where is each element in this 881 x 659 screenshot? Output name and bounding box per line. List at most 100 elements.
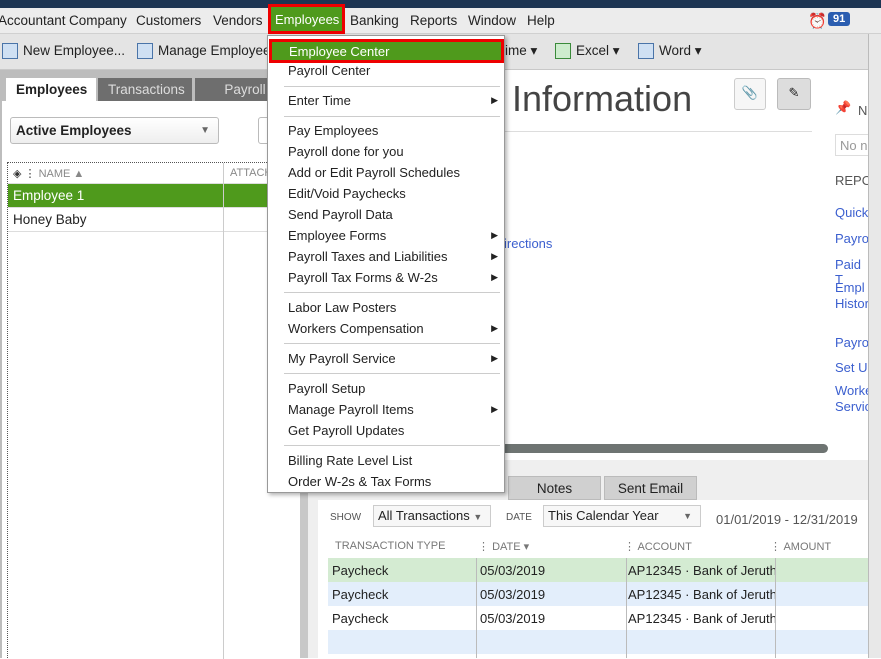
menu-item-payroll-center[interactable]: Payroll Center bbox=[288, 63, 498, 78]
submenu-arrow-icon: ▶ bbox=[491, 251, 498, 261]
column-date-label: DATE bbox=[492, 541, 521, 553]
menu-item-order-w2s[interactable]: Order W-2s & Tax Forms bbox=[288, 474, 498, 489]
date-label: DATE bbox=[506, 512, 532, 523]
column-date[interactable]: ⋮ DATE ▾ bbox=[478, 540, 529, 553]
chevron-down-icon: ▼ bbox=[683, 511, 692, 521]
menu-item-enter-time[interactable]: Enter Time ▶ bbox=[288, 93, 498, 108]
new-employee-icon bbox=[2, 43, 18, 60]
menu-customers[interactable]: Customers bbox=[136, 13, 201, 28]
alarm-clock-icon[interactable]: ⏰ bbox=[808, 12, 827, 30]
new-employee-label: New Employee... bbox=[23, 43, 126, 58]
submenu-arrow-icon: ▶ bbox=[491, 404, 498, 414]
report-link[interactable]: Histor bbox=[835, 296, 869, 311]
menu-item-labor-law-posters[interactable]: Labor Law Posters bbox=[288, 300, 498, 315]
column-transaction-type[interactable]: TRANSACTION TYPE bbox=[335, 540, 445, 552]
menu-item-get-payroll-updates[interactable]: Get Payroll Updates bbox=[288, 423, 498, 438]
horizontal-scrollbar[interactable] bbox=[500, 444, 828, 453]
report-link[interactable]: Payro bbox=[835, 335, 869, 350]
chevron-down-icon: ▼ bbox=[200, 125, 210, 136]
column-name-header[interactable]: NAME bbox=[39, 168, 71, 180]
alert-count-badge[interactable]: 91 bbox=[828, 12, 851, 26]
show-select[interactable]: All Transactions ▼ bbox=[373, 505, 491, 527]
menu-item-billing-rate-level-list[interactable]: Billing Rate Level List bbox=[288, 453, 498, 468]
enter-time-button[interactable]: ime ▾ bbox=[505, 43, 537, 59]
report-link[interactable]: Quick bbox=[835, 205, 868, 220]
pin-icon[interactable]: 📌 bbox=[835, 100, 851, 116]
notes-label: N bbox=[858, 103, 868, 118]
menu-banking[interactable]: Banking bbox=[350, 13, 399, 28]
menu-item-payroll-schedules[interactable]: Add or Edit Payroll Schedules bbox=[288, 165, 498, 180]
menu-item-pay-employees[interactable]: Pay Employees bbox=[288, 123, 498, 138]
vertical-scrollbar[interactable] bbox=[868, 34, 881, 658]
excel-icon bbox=[555, 43, 571, 60]
menu-item-payroll-setup[interactable]: Payroll Setup bbox=[288, 381, 498, 396]
tab-notes[interactable]: Notes bbox=[508, 476, 601, 500]
column-account-label: ACCOUNT bbox=[637, 541, 692, 553]
menu-vendors[interactable]: Vendors bbox=[213, 13, 263, 28]
word-icon bbox=[638, 43, 654, 60]
menu-help[interactable]: Help bbox=[527, 13, 555, 28]
menu-item-my-payroll-service[interactable]: My Payroll Service ▶ bbox=[288, 351, 498, 366]
employees-dropdown-menu: Employee Center Payroll Center Enter Tim… bbox=[267, 35, 505, 493]
report-link[interactable]: Worke bbox=[835, 383, 872, 398]
pencil-icon: ✎ bbox=[788, 85, 800, 100]
table-row[interactable]: Paycheck 05/03/2019 AP12345 · Bank of Jeru… bbox=[328, 558, 868, 582]
paperclip-icon: 📎 bbox=[741, 85, 759, 100]
title-bar bbox=[0, 0, 881, 8]
menu-employees[interactable]: Employees bbox=[268, 4, 345, 34]
employee-filter-select[interactable]: Active Employees ▼ bbox=[10, 117, 219, 144]
menu-reports[interactable]: Reports bbox=[410, 13, 457, 28]
manage-employee-label: Manage Employee bbox=[158, 43, 271, 58]
menu-item-send-payroll-data[interactable]: Send Payroll Data bbox=[288, 207, 498, 222]
tab-transactions[interactable]: Transactions bbox=[98, 78, 192, 102]
table-row[interactable]: Paycheck 05/03/2019 AP12345 · Bank of Jeru… bbox=[328, 582, 868, 606]
filter-value: Active Employees bbox=[16, 123, 132, 138]
reports-header: REPO bbox=[835, 173, 872, 188]
show-label: SHOW bbox=[330, 512, 362, 523]
tab-employees[interactable]: Employees bbox=[6, 78, 96, 102]
report-link[interactable]: Payro bbox=[835, 231, 869, 246]
menu-item-employee-center[interactable]: Employee Center bbox=[269, 39, 504, 63]
table-row bbox=[328, 630, 868, 654]
menu-item-payroll-tax-forms[interactable]: Payroll Tax Forms & W-2s ▶ bbox=[288, 270, 498, 285]
column-divider bbox=[223, 163, 224, 659]
column-amount[interactable]: ⋮ AMOUNT bbox=[770, 540, 831, 553]
date-range: 01/01/2019 - 12/31/2019 bbox=[716, 512, 858, 527]
employee-list: ◈ ⋮ NAME ▲ ATTACH Employee 1 Honey Baby bbox=[7, 162, 296, 659]
menu-company[interactable]: Company bbox=[69, 13, 127, 28]
list-item[interactable]: Employee 1 bbox=[8, 184, 296, 208]
table-row[interactable]: Paycheck 05/03/2019 AP12345 · Bank of Jeru… bbox=[328, 606, 868, 630]
submenu-arrow-icon: ▶ bbox=[491, 230, 498, 240]
menu-item-manage-payroll-items[interactable]: Manage Payroll Items ▶ bbox=[288, 402, 498, 417]
date-select[interactable]: This Calendar Year ▼ bbox=[543, 505, 701, 527]
menu-item-payroll-done-for-you[interactable]: Payroll done for you bbox=[288, 144, 498, 159]
word-button[interactable]: Word ▾ bbox=[638, 43, 702, 60]
excel-label: Excel bbox=[576, 43, 610, 58]
tab-sent-email[interactable]: Sent Email bbox=[604, 476, 697, 500]
submenu-arrow-icon: ▶ bbox=[491, 95, 498, 105]
list-item[interactable]: Honey Baby bbox=[8, 208, 296, 232]
attach-button[interactable]: 📎 bbox=[734, 78, 766, 110]
menu-bar: Accountant Company Customers Vendors Ban… bbox=[0, 8, 881, 34]
menu-item-employee-forms[interactable]: Employee Forms ▶ bbox=[288, 228, 498, 243]
column-amount-label: AMOUNT bbox=[783, 541, 832, 553]
report-link[interactable]: Set U bbox=[835, 360, 868, 375]
menu-item-payroll-taxes[interactable]: Payroll Taxes and Liabilities ▶ bbox=[288, 249, 498, 264]
report-link[interactable]: Empl bbox=[835, 280, 865, 295]
menu-window[interactable]: Window bbox=[468, 13, 516, 28]
directions-link[interactable]: irections bbox=[504, 236, 552, 251]
menu-item-workers-compensation[interactable]: Workers Compensation ▶ bbox=[288, 321, 498, 336]
word-label: Word bbox=[659, 43, 692, 58]
submenu-arrow-icon: ▶ bbox=[491, 323, 498, 333]
menu-item-edit-void-paychecks[interactable]: Edit/Void Paychecks bbox=[288, 186, 498, 201]
manage-employee-icon bbox=[137, 43, 153, 60]
report-link[interactable]: Servic bbox=[835, 399, 871, 414]
new-employee-button[interactable]: New Employee... bbox=[2, 43, 126, 60]
menu-accountant[interactable]: Accountant bbox=[0, 13, 66, 28]
list-header: ◈ ⋮ NAME ▲ ATTACH bbox=[8, 163, 296, 184]
edit-button[interactable]: ✎ bbox=[777, 78, 811, 110]
excel-button[interactable]: Excel ▾ bbox=[555, 43, 620, 60]
column-account[interactable]: ⋮ ACCOUNT bbox=[624, 540, 692, 553]
manage-employee-button[interactable]: Manage Employee bbox=[137, 43, 271, 60]
column-options-icon[interactable]: ◈ ⋮ bbox=[13, 168, 36, 180]
